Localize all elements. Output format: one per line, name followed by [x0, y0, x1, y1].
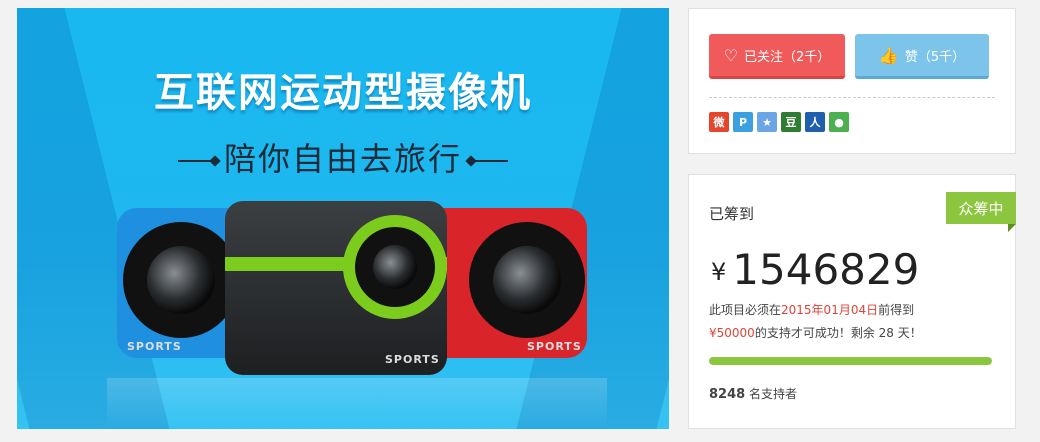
lens — [373, 245, 417, 289]
wechat-icon[interactable]: ● — [829, 112, 849, 132]
follow-button[interactable]: ♡ 已关注（2千） — [709, 34, 845, 79]
status-badge: 众筹中 — [946, 192, 1016, 232]
raised-label: 已筹到 — [709, 205, 755, 223]
reflection — [107, 378, 607, 428]
lens — [147, 246, 215, 314]
banner-title: 互联网运动型摄像机 — [154, 70, 532, 116]
camera-label: SPORTS — [527, 340, 582, 353]
share-icons: 微 P ★ 豆人 ● — [709, 112, 849, 132]
deadline-date: 2015年01月04日 — [781, 303, 879, 317]
deadline-suffix: 前得到 — [878, 303, 915, 317]
dash-arrow-icon — [470, 160, 508, 162]
camera-label: SPORTS — [385, 353, 440, 366]
currency-symbol: ¥ — [711, 258, 727, 286]
camera-label: SPORTS — [127, 340, 182, 353]
qzone-icon[interactable]: ★ — [757, 112, 777, 132]
banner-subtitle-text: 陪你自由去旅行 — [223, 140, 462, 178]
divider — [709, 97, 995, 98]
funding-panel: 已筹到 众筹中 ¥1546829 此项目必须在2015年01月04日前得到 ¥5… — [688, 174, 1016, 429]
follow-label: 已关注（2千） — [744, 49, 831, 65]
raised-amount: ¥1546829 — [711, 245, 919, 294]
renren-icon[interactable]: 人 — [805, 112, 825, 132]
product-banner: 互联网运动型摄像机 陪你自由去旅行 SPORTS SPORTS SPORTS — [17, 8, 669, 429]
goal-text: ¥50000的支持才可成功！剩余 28 天！ — [709, 324, 922, 341]
thumbs-up-icon: 👍 — [878, 45, 899, 65]
camera-black: SPORTS — [225, 201, 447, 375]
goal-suffix: 的支持才可成功！剩余 28 天！ — [754, 326, 922, 340]
heart-icon: ♡ — [723, 45, 739, 65]
amount-value: 1546829 — [732, 245, 920, 294]
deadline-prefix: 此项目必须在 — [709, 303, 782, 317]
like-label: 赞（5千） — [904, 49, 966, 65]
douban-icon[interactable]: 豆 — [781, 112, 801, 132]
like-button[interactable]: 👍 赞（5千） — [855, 34, 989, 79]
weibo-icon[interactable]: 微 — [709, 112, 729, 132]
progress-fill — [709, 357, 992, 365]
lens — [493, 246, 561, 314]
supporters-count: 8248 — [709, 387, 746, 402]
progress-bar — [709, 357, 992, 365]
deadline-text: 此项目必须在2015年01月04日前得到 — [709, 301, 914, 318]
dash-arrow-icon — [177, 160, 216, 162]
supporters-label: 名支持者 — [745, 387, 798, 401]
tencent-weibo-icon[interactable]: P — [733, 112, 753, 132]
goal-amount: ¥50000 — [709, 326, 755, 340]
banner-subtitle: 陪你自由去旅行 — [17, 134, 669, 180]
action-panel: ♡ 已关注（2千） 👍 赞（5千） 微 P ★ 豆人 ● — [688, 8, 1016, 154]
supporters-text: 8248 名支持者 — [709, 385, 797, 402]
